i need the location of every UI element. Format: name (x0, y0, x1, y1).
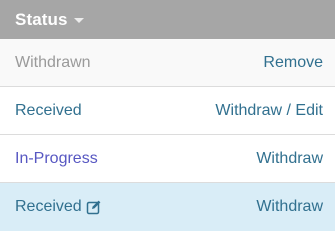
table-row: In-Progress Withdraw (0, 135, 335, 183)
table-row-selected: Received Withdraw (0, 183, 335, 231)
caret-down-icon[interactable] (73, 18, 84, 23)
table-row: Withdrawn Remove (0, 39, 335, 87)
status-cell-label: Received (15, 198, 82, 215)
table-row: Received Withdraw / Edit (0, 87, 335, 135)
status-cell: Withdrawn (15, 53, 91, 71)
status-cell: In-Progress (15, 149, 98, 167)
withdraw-link[interactable]: Withdraw (256, 198, 323, 216)
status-table: Status Withdrawn Remove Received Withdra… (0, 0, 335, 231)
status-column-header[interactable]: Status (0, 0, 335, 39)
status-header-label: Status (15, 9, 68, 29)
remove-link[interactable]: Remove (263, 54, 323, 72)
status-cell-with-icon: Received (15, 198, 102, 216)
withdraw-link[interactable]: Withdraw (256, 150, 323, 168)
edit-icon[interactable] (86, 199, 102, 215)
status-cell: Received (15, 101, 82, 119)
withdraw-edit-link[interactable]: Withdraw / Edit (215, 102, 323, 120)
